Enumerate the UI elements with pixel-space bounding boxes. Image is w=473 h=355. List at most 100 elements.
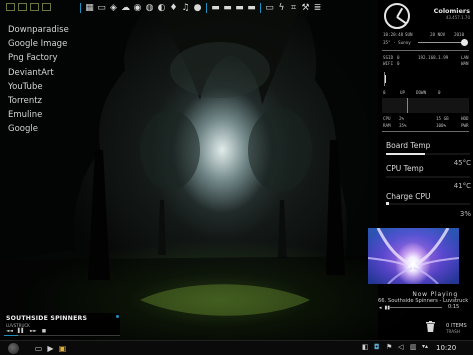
up-value: 0 [383,90,386,95]
wifi-label: WIFI [383,61,394,66]
crop-icon[interactable]: ⌗ [288,3,299,14]
clock-minute-hand [396,16,408,25]
tray-flag-icon[interactable]: ⚑ [386,344,392,351]
dock-separator [80,3,81,13]
mini-app-icon-2[interactable] [18,3,27,11]
app-window-icon[interactable]: ▭ [34,344,43,353]
network-graph [384,72,468,86]
board-temp-label: Board Temp [386,141,431,150]
down-value: 0 [438,90,441,95]
ram-label: RAM [383,123,391,128]
np-pause-icon[interactable]: ▮▮ [385,305,391,311]
volume-slider[interactable] [418,42,464,43]
folder-music-icon[interactable]: ▬ [222,3,233,14]
extra-value: 3% [459,210,471,218]
folder-download-icon[interactable]: ▬ [234,3,245,14]
charge-cpu-label: Charge CPU [386,192,431,201]
network-graph-bar [385,75,386,83]
dock-separator [206,3,207,13]
player-stop-icon[interactable]: ■ [42,329,46,334]
tray-network-icon[interactable]: ▥ [410,344,417,351]
tools-icon[interactable]: ⚒ [300,3,311,14]
clock-date: 28 NOV [430,32,446,37]
quicklaunch-mini [6,3,51,11]
link-google[interactable]: Google [8,122,69,136]
link-google-image[interactable]: Google Image [8,37,69,51]
record-icon[interactable]: ● [192,3,203,14]
album-art-graphic [368,228,459,284]
link-emuline[interactable]: Emuline [8,108,69,122]
tray-volume-icon[interactable]: ◁ [398,344,403,351]
now-playing-label: Now Playing [412,291,458,298]
cloud-icon[interactable]: ☁ [120,3,131,14]
player-track-title: SOUTHSIDE SPINNERS [6,315,88,322]
link-torrentz[interactable]: Torrentz [8,94,69,108]
cube-icon[interactable]: ◈ [108,3,119,14]
charge-cpu-value: 41°C [453,182,471,190]
cpu-temp-track [386,176,470,178]
start-orb-icon[interactable] [8,343,19,354]
player-track-subtitle: LUVSTRUCK [6,323,30,328]
wan-label: WAN [461,61,469,66]
np-prev-icon[interactable]: ◂ [379,305,382,311]
steam-icon[interactable]: ◉ [132,3,143,14]
tray-settings-icon[interactable]: ◧ [362,344,369,351]
divider [382,131,469,132]
link-deviantart[interactable]: DeviantArt [8,66,69,80]
dock-group-folders: ▬ ▬ ▬ ▬ [210,3,257,14]
link-youtube[interactable]: YouTube [8,80,69,94]
disk-graph [382,98,469,113]
dock-separator [260,3,261,13]
player-progress-bar[interactable] [4,335,120,336]
firefox-icon[interactable]: ◐ [156,3,167,14]
mini-app-icon-1[interactable] [6,3,15,11]
folder-icon[interactable]: ▬ [210,3,221,14]
wifi-value: 0 [397,61,400,66]
mini-app-icon-4[interactable] [42,3,51,11]
layers-icon[interactable]: ≣ [312,3,323,14]
clock-day: SUN [405,32,413,37]
player-next-icon[interactable]: ►► [30,329,37,334]
clock-time: 10:20:48 [383,32,404,37]
globe-icon[interactable]: ◍ [144,3,155,14]
laptop-icon[interactable]: ▭ [96,3,107,14]
down-label: DOWN [416,90,427,95]
taskbar: ▭ ▶ ▣ ◧ ◘ ⚑ ◁ ▥ ▾▴ 10:20 [0,340,473,355]
user-ip: 43.457.1.70 [445,15,470,20]
top-dock: ▦ ▭ ◈ ☁ ◉ ◍ ◐ ♦ ♫ ● ▬ ▬ ▬ ▬ ▭ ϟ ⌗ ⚒ ≣ [78,0,362,16]
film-icon[interactable]: ▦ [84,3,95,14]
player-prev-icon[interactable]: ◄◄ [6,329,13,334]
app-terminal-icon[interactable]: ▶ [46,344,55,353]
link-png-factory[interactable]: Png Factory [8,51,69,65]
dock-group-tools: ▭ ϟ ⌗ ⚒ ≣ [264,3,323,14]
volume-slider-knob[interactable] [461,39,468,46]
mini-app-icon-3[interactable] [30,3,39,11]
weather-readout: 35° · Sunny [383,40,411,45]
link-downparadise[interactable]: Downparadise [8,23,69,37]
now-playing-progress[interactable] [390,307,442,308]
user-name: Colomiers [433,7,470,15]
now-playing-time: 0:15 [448,304,460,310]
app-zip-icon[interactable]: ▣ [58,344,67,353]
pwr-value: 100% [436,123,447,128]
player-pause-icon[interactable]: ▌▌ [18,329,25,334]
trash-icon[interactable] [426,321,435,332]
charge-cpu-bar [386,202,389,205]
lightning-icon[interactable]: ϟ [276,3,287,14]
analog-clock [384,3,410,29]
tray-app-icon[interactable]: ◘ [374,344,380,351]
lan-label: LAN [461,55,469,60]
taskbar-clock[interactable]: 10:20 [436,344,456,352]
ip-value: 192.168.1.99 [418,55,449,60]
cpu-label: CPU [383,116,391,121]
tray-arrows-icon[interactable]: ▾▴ [422,344,428,350]
monitor-icon[interactable]: ▭ [264,3,275,14]
folder-pictures-icon[interactable]: ▬ [246,3,257,14]
album-art[interactable] [368,228,459,284]
music-note-icon[interactable]: ♫ [180,3,191,14]
board-temp-bar [386,153,425,155]
bulb-icon[interactable]: ♦ [168,3,179,14]
cpu-value: 2% [399,116,405,121]
now-playing-controls: ◂ ▮▮ [379,305,390,311]
link-list: Downparadise Google Image Png Factory Devia… [8,23,69,137]
